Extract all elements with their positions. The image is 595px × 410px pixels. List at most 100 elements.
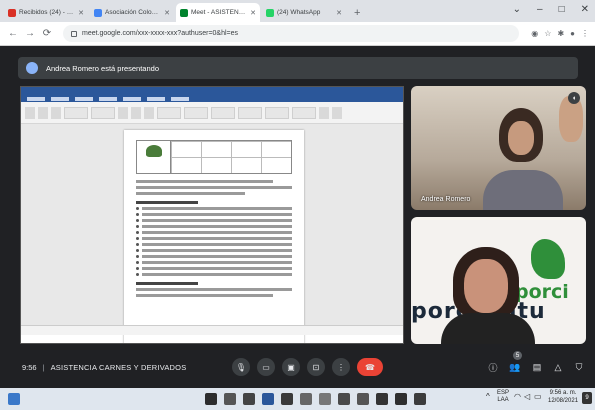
close-tab-icon[interactable]: ✕ xyxy=(250,9,256,17)
wifi-icon[interactable]: ◠ xyxy=(514,393,521,401)
language-top: ESP xyxy=(497,390,510,396)
app-icon[interactable] xyxy=(338,393,350,405)
reload-icon[interactable]: ⟳ xyxy=(40,28,54,39)
notification-center-button[interactable]: 9 xyxy=(582,392,592,404)
tray-chevron-icon[interactable]: ^ xyxy=(486,393,490,401)
notification-count: 9 xyxy=(585,395,589,401)
people-icon: 👥 xyxy=(509,361,521,372)
clock-time: 9:56 a. m. xyxy=(549,390,577,396)
present-now-button[interactable]: ⊡ xyxy=(307,358,325,376)
chat-icon: ▤ xyxy=(532,361,542,372)
close-tab-icon[interactable]: ✕ xyxy=(164,9,170,17)
close-tab-icon[interactable]: ✕ xyxy=(78,9,84,17)
browser-menu-icon[interactable]: ⋮ xyxy=(581,29,589,38)
extensions-icon[interactable]: ✱ xyxy=(557,29,564,38)
participant-body xyxy=(483,170,563,210)
participant-body xyxy=(441,313,535,344)
task-view-icon[interactable] xyxy=(205,393,217,405)
browser-tab-asociacion[interactable]: Asociación Colombiana de Rep ✕ xyxy=(90,3,174,22)
edge-icon[interactable] xyxy=(300,393,312,405)
volume-icon[interactable]: ◁ xyxy=(524,393,530,401)
present-icon: ⊡ xyxy=(312,362,320,372)
chrome-icon[interactable] xyxy=(357,393,369,405)
minimize-icon[interactable]: – xyxy=(537,4,543,15)
language-indicator[interactable]: ESP LAA xyxy=(497,390,509,404)
browser-tab-meet[interactable]: Meet - ASISTENCIA CARNES ✕ xyxy=(176,3,260,22)
lock-icon xyxy=(71,30,77,37)
maximize-icon[interactable]: □ xyxy=(559,4,565,15)
forward-icon[interactable]: → xyxy=(23,28,37,39)
info-icon: ⓘ xyxy=(488,362,498,373)
app-icon[interactable] xyxy=(376,393,388,405)
store-icon[interactable] xyxy=(319,393,331,405)
colombia-map-logo xyxy=(531,239,565,279)
captions-icon: ▣ xyxy=(287,362,295,372)
close-tab-icon[interactable]: ✕ xyxy=(336,9,342,17)
self-video-tile[interactable]: porci porcicultu xyxy=(411,217,586,344)
close-window-icon[interactable]: ✕ xyxy=(581,4,589,15)
browser-tab-strip: Recibidos (24) - dcogua@gmail.c ✕ Asocia… xyxy=(0,0,595,22)
gmail-icon xyxy=(8,8,16,17)
document-area xyxy=(21,124,403,343)
clock-date: 12/08/2021 xyxy=(548,397,579,404)
shared-screen xyxy=(20,86,404,344)
document-page xyxy=(124,130,304,343)
browser-tab-whatsapp[interactable]: (24) WhatsApp ✕ xyxy=(262,3,346,22)
tab-title: Asociación Colombiana de Rep xyxy=(105,9,163,16)
more-vert-icon: ⋮ xyxy=(337,362,345,372)
participant-count-badge: 5 xyxy=(513,351,522,360)
present-screen-icon xyxy=(26,62,38,74)
presenting-text: Andrea Romero está presentando xyxy=(46,63,159,73)
camera-icon[interactable]: ◉ xyxy=(531,29,538,38)
leave-call-button[interactable]: ☎ xyxy=(357,358,383,376)
tab-title: (24) WhatsApp xyxy=(277,9,321,16)
new-tab-button[interactable]: + xyxy=(354,7,360,19)
word-icon[interactable] xyxy=(262,393,274,405)
whatsapp-icon xyxy=(266,8,274,17)
microphone-button[interactable]: 🎙 xyxy=(232,358,250,376)
participant-face xyxy=(464,259,508,313)
phone-hangup-icon: ☎ xyxy=(365,362,375,372)
browser-tab-gmail[interactable]: Recibidos (24) - dcogua@gmail.c ✕ xyxy=(4,3,88,22)
bookmark-star-icon[interactable]: ☆ xyxy=(544,29,551,38)
search-icon[interactable] xyxy=(224,393,236,405)
app-icon[interactable] xyxy=(395,393,407,405)
page-icon xyxy=(94,8,102,17)
word-title-bar xyxy=(21,87,403,95)
captions-button[interactable]: ▣ xyxy=(282,358,300,376)
profile-icon[interactable]: ● xyxy=(570,29,575,38)
windows-start-icon[interactable] xyxy=(8,393,20,405)
word-ribbon xyxy=(21,102,403,124)
battery-icon[interactable]: ▭ xyxy=(534,393,542,401)
file-explorer-icon[interactable] xyxy=(243,393,255,405)
activities-button[interactable]: △ xyxy=(551,360,565,374)
shield-icon: ⛉ xyxy=(575,361,583,372)
security-button[interactable]: ⛉ xyxy=(572,360,586,374)
word-status-bar xyxy=(21,325,403,335)
back-icon[interactable]: ← xyxy=(6,28,20,39)
tab-title: Recibidos (24) - dcogua@gmail.c xyxy=(19,9,77,16)
camera-button[interactable]: ▭ xyxy=(257,358,275,376)
participants-button[interactable]: 👥 xyxy=(508,360,522,374)
presenting-banner: Andrea Romero está presentando xyxy=(18,57,578,79)
url-input[interactable]: meet.google.com/xxx-xxxx-xxx?authuser=0&… xyxy=(63,25,520,42)
participant-tile[interactable]: ◖ Andrea Romero xyxy=(411,86,586,210)
word-ribbon-tabs xyxy=(21,95,403,102)
chat-button[interactable]: ▤ xyxy=(530,360,544,374)
app-icon[interactable] xyxy=(414,393,426,405)
meeting-name[interactable]: ASISTENCIA CARNES Y DERIVADOS xyxy=(51,363,187,372)
mic-off-icon: ◖ xyxy=(568,92,580,104)
mail-icon[interactable] xyxy=(281,393,293,405)
taskbar-clock[interactable]: 9:56 a. m. 12/08/2021 xyxy=(548,390,578,405)
camera-icon: ▭ xyxy=(262,362,270,372)
document-logo xyxy=(137,141,171,173)
separator: | xyxy=(42,362,45,372)
url-text: meet.google.com/xxx-xxxx-xxx?authuser=0&… xyxy=(82,30,239,37)
language-bottom: LAA xyxy=(497,397,509,403)
chevron-down-icon[interactable]: ⌄ xyxy=(513,4,521,15)
meeting-details-button[interactable]: ⓘ xyxy=(486,360,500,374)
shapes-icon: △ xyxy=(554,361,562,372)
address-bar-row: ← → ⟳ meet.google.com/xxx-xxxx-xxx?authu… xyxy=(0,22,595,46)
meet-icon xyxy=(180,8,188,17)
more-options-button[interactable]: ⋮ xyxy=(332,358,350,376)
